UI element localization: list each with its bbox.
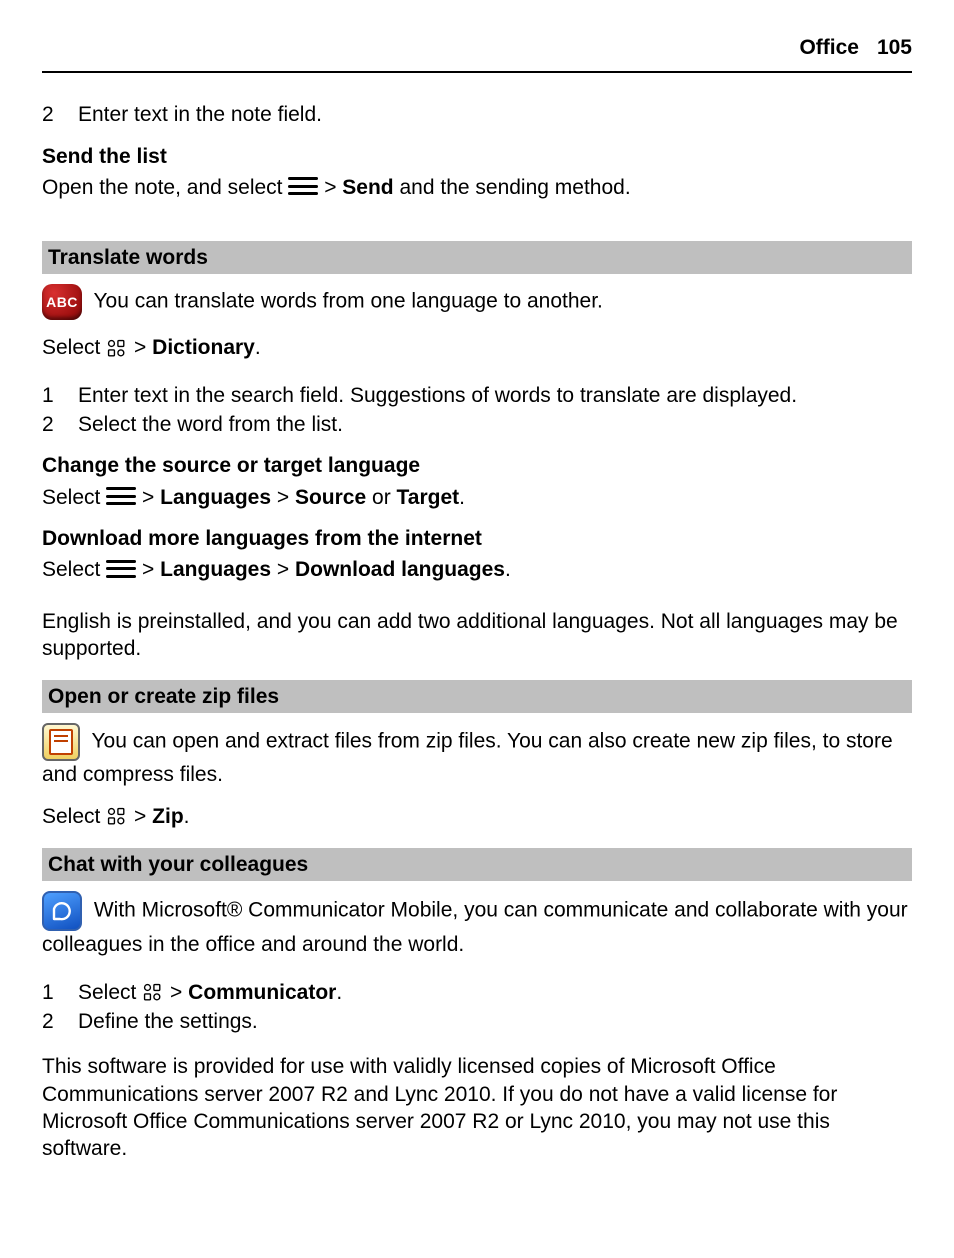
subheading-change-language: Change the source or target language <box>42 452 912 479</box>
communicator-icon <box>42 891 82 931</box>
paragraph: This software is provided for use with v… <box>42 1053 912 1162</box>
bold-text: Download languages <box>295 558 505 581</box>
subheading-send-list: Send the list <box>42 143 912 170</box>
section-heading-translate: Translate words <box>42 241 912 274</box>
text: > <box>142 486 160 509</box>
page-header: Office 105 <box>42 34 912 73</box>
subheading-download-languages: Download more languages from the interne… <box>42 525 912 552</box>
section-heading-chat: Chat with your colleagues <box>42 848 912 881</box>
paragraph: ABC You can translate words from one lan… <box>42 284 912 320</box>
bold-text: Source <box>295 486 366 509</box>
text: > <box>134 336 152 359</box>
text: Select <box>42 805 106 828</box>
list-item: 2 Define the settings. <box>42 1008 912 1035</box>
header-chapter: Office <box>799 34 859 61</box>
step-text: Define the settings. <box>78 1008 258 1035</box>
zip-icon <box>42 723 80 761</box>
text: . <box>255 336 261 359</box>
paragraph: With Microsoft® Communicator Mobile, you… <box>42 891 912 958</box>
step-number: 2 <box>42 411 60 438</box>
text: > <box>277 486 295 509</box>
step-number: 2 <box>42 1008 60 1035</box>
bold-text: Languages <box>160 558 271 581</box>
abc-icon: ABC <box>42 284 82 320</box>
paragraph: Select > Languages > Source or Target. <box>42 484 912 511</box>
text: . <box>336 981 342 1004</box>
paragraph: You can open and extract files from zip … <box>42 723 912 788</box>
text: . <box>505 558 511 581</box>
menu-icon <box>288 177 318 195</box>
section-heading-zip: Open or create zip files <box>42 680 912 713</box>
text: or <box>372 486 397 509</box>
step-text: Select the word from the list. <box>78 411 343 438</box>
bold-text: Send <box>342 176 393 199</box>
text: Select <box>78 981 142 1004</box>
text: . <box>184 805 190 828</box>
paragraph: Select > Dictionary. <box>42 334 912 361</box>
list-item: 1 Select > Communicator. <box>42 979 912 1006</box>
text: With Microsoft® Communicator Mobile, you… <box>42 899 908 956</box>
bold-text: Target <box>397 486 460 509</box>
list-item: 2 Select the word from the list. <box>42 411 912 438</box>
text: > <box>277 558 295 581</box>
paragraph: English is preinstalled, and you can add… <box>42 608 912 663</box>
text: > <box>170 981 188 1004</box>
text: > <box>134 805 152 828</box>
bold-text: Zip <box>152 805 184 828</box>
list-item: 1 Enter text in the search field. Sugges… <box>42 382 912 409</box>
bold-text: Languages <box>160 486 271 509</box>
text: > <box>142 558 160 581</box>
paragraph: Select > Zip. <box>42 803 912 830</box>
text: Open the note, and select <box>42 176 288 199</box>
step-text: Enter text in the note field. <box>78 101 322 128</box>
paragraph: Select > Languages > Download languages. <box>42 556 912 583</box>
text: . <box>459 486 465 509</box>
menu-icon <box>106 487 136 505</box>
text: Select <box>42 486 106 509</box>
text: and the sending method. <box>399 176 630 199</box>
step-number: 2 <box>42 101 60 128</box>
list-item: 2 Enter text in the note field. <box>42 101 912 128</box>
bold-text: Communicator <box>188 981 336 1004</box>
apps-grid-icon <box>106 338 128 360</box>
text: Select <box>42 558 106 581</box>
text: > <box>324 176 342 199</box>
text: You can translate words from one languag… <box>93 290 602 313</box>
step-number: 1 <box>42 979 60 1006</box>
paragraph: Open the note, and select > Send and the… <box>42 174 912 201</box>
step-text: Select > Communicator. <box>78 979 342 1006</box>
page: Office 105 2 Enter text in the note fiel… <box>0 0 954 1258</box>
apps-grid-icon <box>106 806 128 828</box>
text: You can open and extract files from zip … <box>42 730 893 786</box>
menu-icon <box>106 560 136 578</box>
bold-text: Dictionary <box>152 336 255 359</box>
text: Select <box>42 336 106 359</box>
header-page-number: 105 <box>877 34 912 61</box>
step-number: 1 <box>42 382 60 409</box>
apps-grid-icon <box>142 982 164 1004</box>
step-text: Enter text in the search field. Suggesti… <box>78 382 797 409</box>
